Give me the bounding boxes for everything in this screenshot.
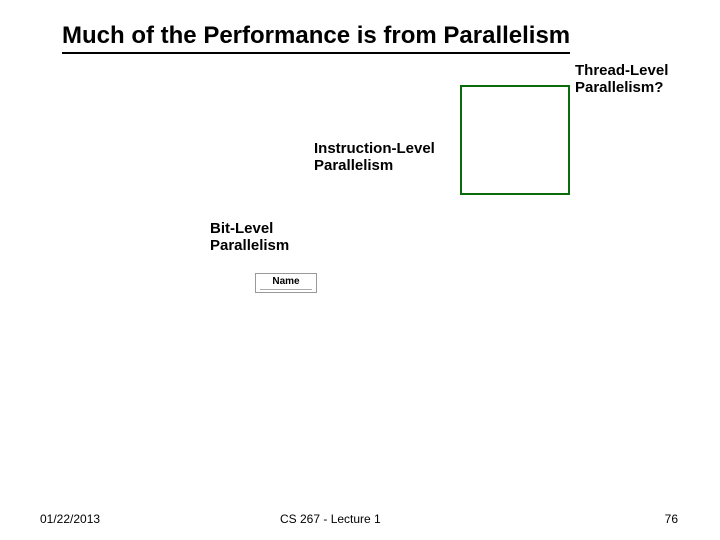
label-instruction-level: Instruction-Level Parallelism [314, 140, 435, 175]
label-ilp-line2: Parallelism [314, 157, 393, 174]
legend-divider [260, 289, 312, 290]
page-title: Much of the Performance is from Parallel… [62, 22, 570, 54]
footer-course: CS 267 - Lecture 1 [280, 512, 381, 526]
box-instruction-level [340, 180, 490, 290]
box-thread-level [460, 85, 570, 195]
label-blp-line2: Parallelism [210, 237, 289, 254]
label-bit-level: Bit-Level Parallelism [210, 220, 289, 255]
footer-date: 01/22/2013 [40, 512, 100, 526]
label-ilp-line1: Instruction-Level [314, 140, 435, 157]
footer-page-number: 76 [665, 512, 678, 526]
label-tlp-line1: Thread-Level [575, 62, 668, 79]
legend-name: Name [272, 276, 299, 287]
label-blp-line1: Bit-Level [210, 220, 273, 237]
slide: Much of the Performance is from Parallel… [0, 0, 720, 540]
legend-box: Name [255, 273, 317, 293]
label-tlp-line2: Parallelism? [575, 79, 663, 96]
label-thread-level: Thread-Level Parallelism? [575, 62, 668, 97]
